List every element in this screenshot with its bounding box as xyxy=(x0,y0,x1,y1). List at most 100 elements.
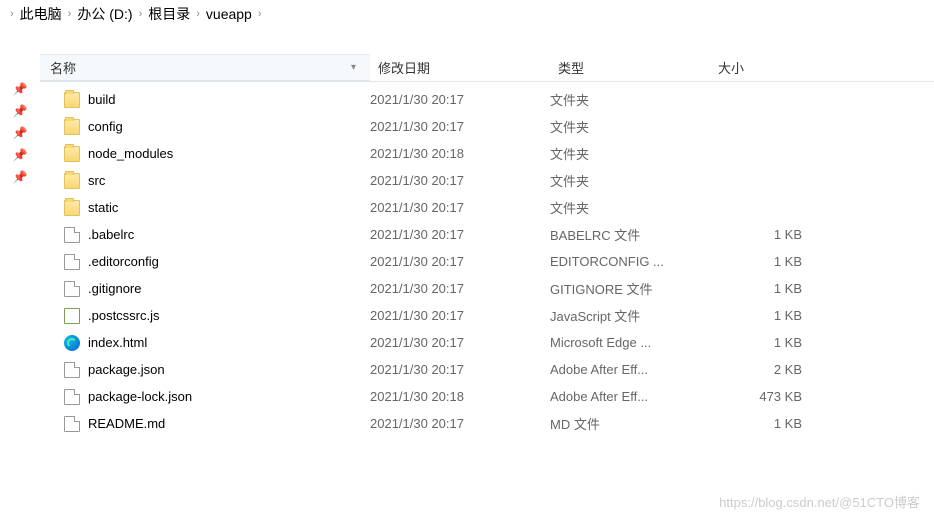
chevron-right-icon: › xyxy=(68,8,72,20)
file-name: package.json xyxy=(88,362,165,377)
cell-date: 2021/1/30 20:17 xyxy=(370,254,550,269)
file-row[interactable]: .postcssrc.js2021/1/30 20:17JavaScript 文… xyxy=(40,302,934,329)
file-row[interactable]: README.md 2021/1/30 20:17MD 文件1 KB xyxy=(40,410,934,437)
cell-date: 2021/1/30 20:17 xyxy=(370,308,550,323)
file-name: config xyxy=(88,119,123,134)
file-icon xyxy=(64,281,80,297)
cell-name: node_modules xyxy=(64,146,370,162)
cell-date: 2021/1/30 20:17 xyxy=(370,362,550,377)
cell-name: .babelrc xyxy=(64,227,370,243)
cell-type: GITIGNORE 文件 xyxy=(550,279,710,298)
cell-type: EDITORCONFIG ... xyxy=(550,254,710,269)
cell-type: 文件夹 xyxy=(550,171,710,190)
file-name: src xyxy=(88,173,105,188)
cell-date: 2021/1/30 20:17 xyxy=(370,119,550,134)
breadcrumb[interactable]: › 此电脑 › 办公 (D:) › 根目录 › vueapp › xyxy=(0,0,934,34)
cell-date: 2021/1/30 20:17 xyxy=(370,173,550,188)
cell-name: static xyxy=(64,200,370,216)
cell-type: 文件夹 xyxy=(550,198,710,217)
cell-date: 2021/1/30 20:17 xyxy=(370,416,550,431)
header-type[interactable]: 类型 xyxy=(550,54,710,81)
file-row[interactable]: static2021/1/30 20:17文件夹 xyxy=(40,194,934,221)
header-date[interactable]: 修改日期 xyxy=(370,54,550,81)
file-list: 名称 ▾ 修改日期 类型 大小 build2021/1/30 20:17文件夹c… xyxy=(40,54,934,437)
cell-name: package-lock.json xyxy=(64,389,370,405)
pin-icon[interactable]: 📌 xyxy=(13,104,28,118)
folder-icon xyxy=(64,200,80,216)
cell-size: 1 KB xyxy=(710,281,820,296)
cell-date: 2021/1/30 20:18 xyxy=(370,146,550,161)
cell-type: 文件夹 xyxy=(550,90,710,109)
file-row[interactable]: .babelrc2021/1/30 20:17BABELRC 文件1 KB xyxy=(40,221,934,248)
cell-name: build xyxy=(64,92,370,108)
pin-icon[interactable]: 📌 xyxy=(13,170,28,184)
cell-type: Microsoft Edge ... xyxy=(550,335,710,350)
file-row[interactable]: index.html 2021/1/30 20:17Microsoft Edge … xyxy=(40,329,934,356)
cell-type: Adobe After Eff... xyxy=(550,362,710,377)
folder-icon xyxy=(64,173,80,189)
cell-size: 1 KB xyxy=(710,308,820,323)
breadcrumb-item[interactable]: 办公 (D:) xyxy=(77,4,132,24)
breadcrumb-item[interactable]: vueapp xyxy=(206,6,252,22)
file-row[interactable]: .editorconfig 2021/1/30 20:17EDITORCONFIG… xyxy=(40,248,934,275)
file-icon xyxy=(64,362,80,378)
file-name: README.md xyxy=(88,416,165,431)
cell-name: .gitignore xyxy=(64,281,370,297)
file-icon xyxy=(64,389,80,405)
pin-icon[interactable]: 📌 xyxy=(13,148,28,162)
chevron-right-icon: › xyxy=(196,8,200,20)
file-name: .editorconfig xyxy=(88,254,159,269)
cell-size: 1 KB xyxy=(710,416,820,431)
js-icon xyxy=(64,308,80,324)
folder-icon xyxy=(64,146,80,162)
cell-name: .postcssrc.js xyxy=(64,308,370,324)
cell-date: 2021/1/30 20:17 xyxy=(370,335,550,350)
file-row[interactable]: package.json 2021/1/30 20:17Adobe After E… xyxy=(40,356,934,383)
file-name: .babelrc xyxy=(88,227,134,242)
folder-icon xyxy=(64,92,80,108)
file-name: package-lock.json xyxy=(88,389,192,404)
pin-icon[interactable]: 📌 xyxy=(13,82,28,96)
file-name: .gitignore xyxy=(88,281,141,296)
cell-name: .editorconfig xyxy=(64,254,370,270)
watermark: https://blog.csdn.net/@51CTO博客 xyxy=(719,492,920,511)
file-row[interactable]: src 2021/1/30 20:17文件夹 xyxy=(40,167,934,194)
file-row[interactable]: node_modules 2021/1/30 20:18文件夹 xyxy=(40,140,934,167)
file-icon xyxy=(64,416,80,432)
cell-size: 2 KB xyxy=(710,362,820,377)
breadcrumb-item[interactable]: 根目录 xyxy=(148,4,190,24)
cell-name: src xyxy=(64,173,370,189)
cell-date: 2021/1/30 20:17 xyxy=(370,281,550,296)
cell-size: 1 KB xyxy=(710,335,820,350)
chevron-right-icon: › xyxy=(258,8,262,20)
cell-type: 文件夹 xyxy=(550,144,710,163)
cell-name: README.md xyxy=(64,416,370,432)
file-name: index.html xyxy=(88,335,147,350)
chevron-right-icon: › xyxy=(10,8,14,20)
sort-indicator-icon: ▾ xyxy=(351,62,356,73)
file-row[interactable]: package-lock.json2021/1/30 20:18Adobe Af… xyxy=(40,383,934,410)
file-name: node_modules xyxy=(88,146,173,161)
file-row[interactable]: config 2021/1/30 20:17文件夹 xyxy=(40,113,934,140)
breadcrumb-item[interactable]: 此电脑 xyxy=(20,4,62,24)
cell-name: package.json xyxy=(64,362,370,378)
cell-date: 2021/1/30 20:17 xyxy=(370,92,550,107)
file-icon xyxy=(64,227,80,243)
cell-date: 2021/1/30 20:17 xyxy=(370,227,550,242)
file-row[interactable]: .gitignore 2021/1/30 20:17GITIGNORE 文件1 K… xyxy=(40,275,934,302)
file-row[interactable]: build2021/1/30 20:17文件夹 xyxy=(40,86,934,113)
cell-size: 1 KB xyxy=(710,227,820,242)
file-icon xyxy=(64,254,80,270)
edge-icon xyxy=(64,335,80,351)
header-name-label: 名称 xyxy=(50,58,76,77)
header-size[interactable]: 大小 xyxy=(710,54,820,81)
cell-type: MD 文件 xyxy=(550,414,710,433)
column-headers: 名称 ▾ 修改日期 类型 大小 xyxy=(40,54,934,82)
cell-name: config xyxy=(64,119,370,135)
pin-icon[interactable]: 📌 xyxy=(13,126,28,140)
chevron-right-icon: › xyxy=(139,8,143,20)
header-name[interactable]: 名称 ▾ xyxy=(40,54,370,81)
quick-access-pins: 📌 📌 📌 📌 📌 xyxy=(0,54,40,437)
cell-type: 文件夹 xyxy=(550,117,710,136)
cell-type: JavaScript 文件 xyxy=(550,306,710,325)
